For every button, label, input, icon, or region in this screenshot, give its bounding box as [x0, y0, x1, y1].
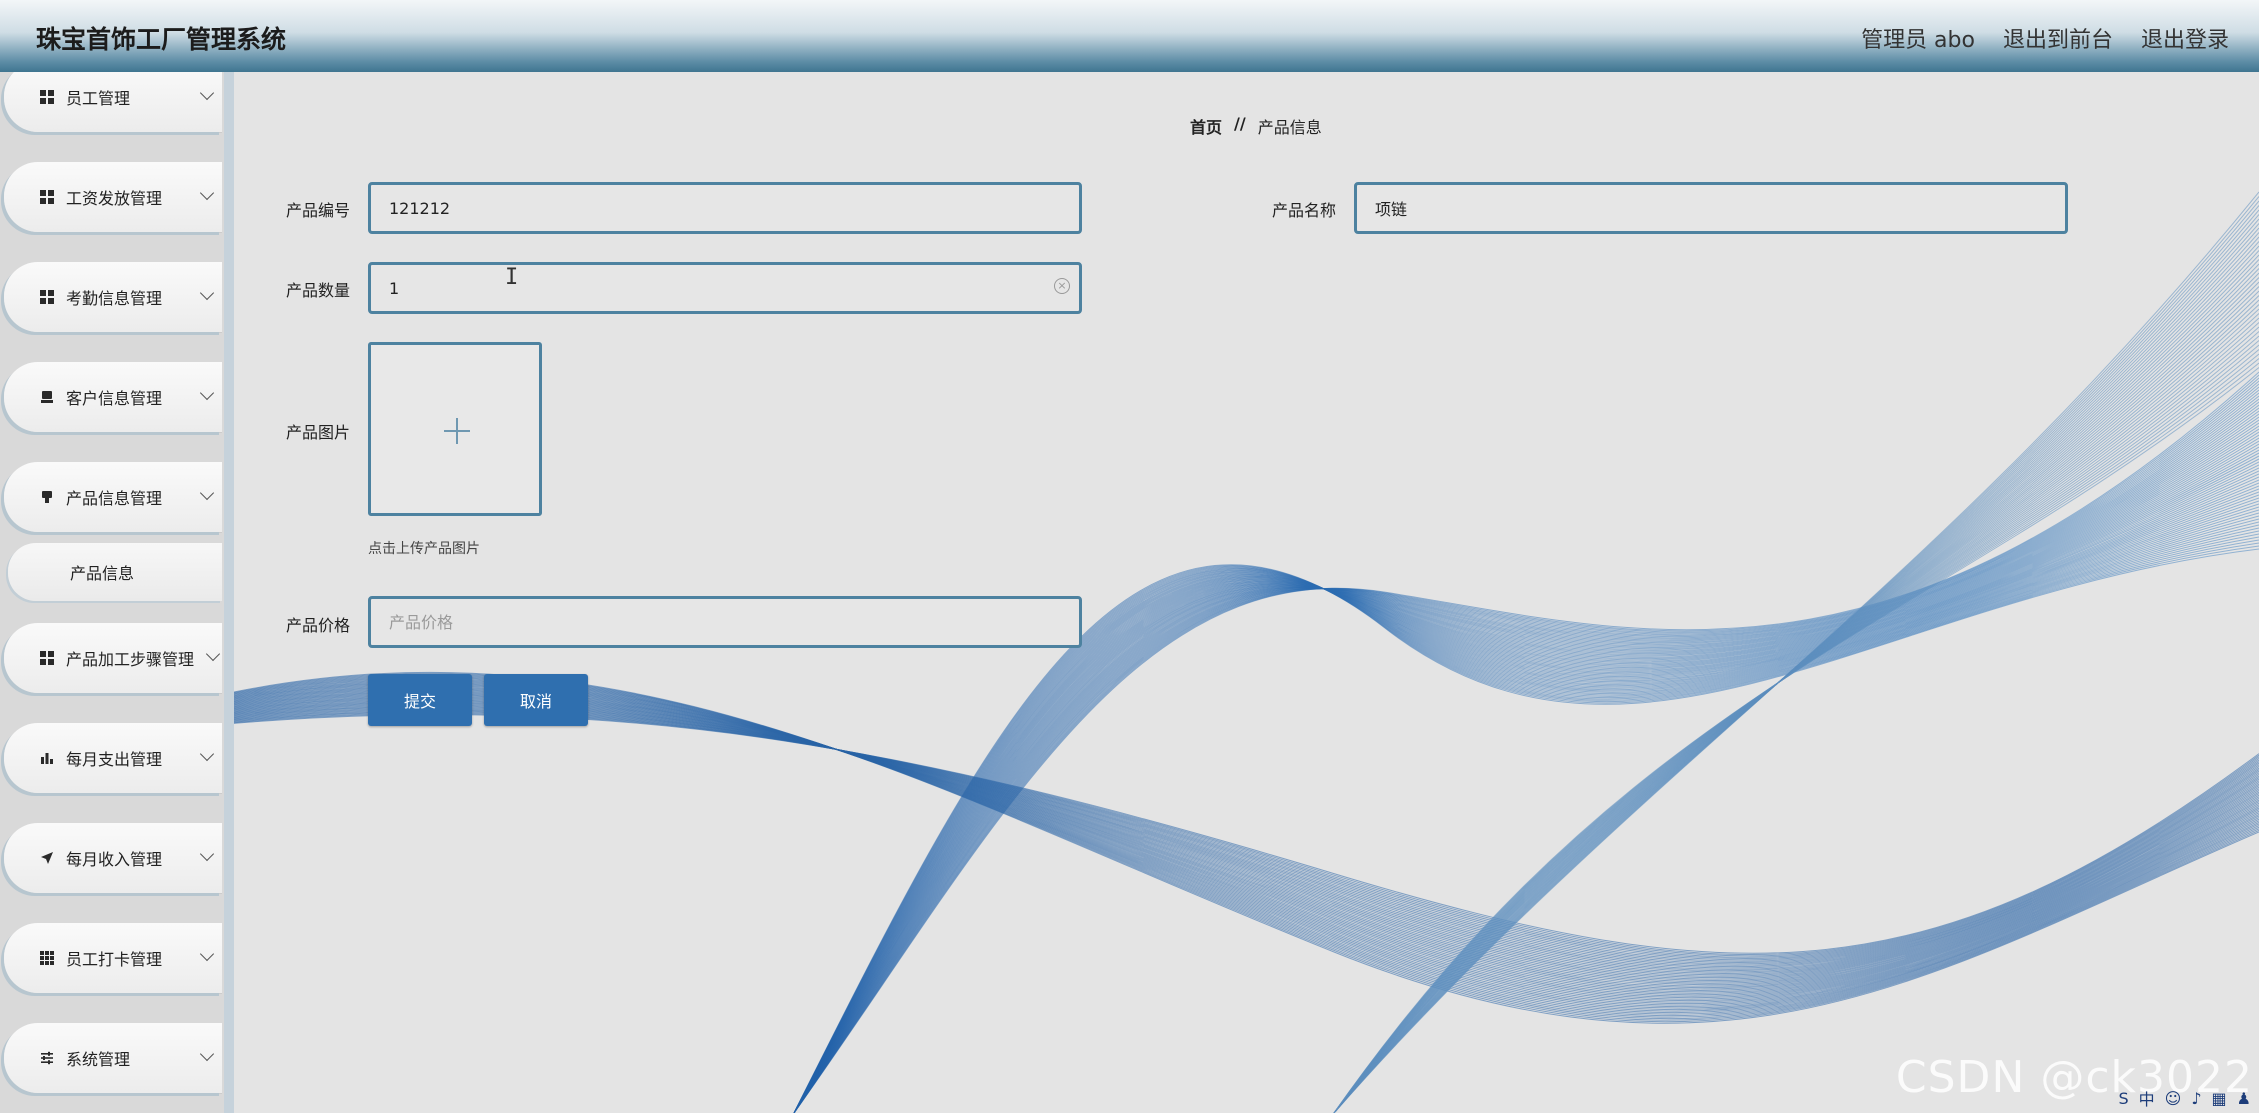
header-links: 管理员 abo 退出到前台 退出登录	[1861, 22, 2229, 54]
admin-user-link[interactable]: 管理员 abo	[1861, 22, 1975, 54]
sidebar: 员工管理 工资发放管理 考勤信息管理 客户信息管理 产品信息管理 产品信息 产品…	[0, 72, 234, 1113]
wave-line	[234, 711, 2259, 958]
wave-line	[234, 675, 2259, 1018]
wave-line	[234, 693, 2259, 987]
product-image-label: 产品图片	[286, 423, 351, 442]
submit-button[interactable]: 提交	[368, 674, 472, 726]
wave-line	[234, 691, 2259, 990]
sidebar-item-monthly-income[interactable]: 每月收入管理	[4, 823, 222, 893]
breadcrumb-separator: //	[1234, 114, 1246, 133]
clear-icon[interactable]: ×	[1054, 278, 1070, 294]
chevron-down-icon	[199, 1046, 215, 1062]
app-title: 珠宝首饰工厂管理系统	[36, 25, 287, 54]
sidebar-item-salary[interactable]: 工资发放管理	[4, 162, 222, 232]
chevron-down-icon	[205, 646, 221, 662]
sidebar-item-clock-in[interactable]: 员工打卡管理	[4, 923, 222, 993]
logout-link[interactable]: 退出登录	[2141, 22, 2229, 54]
chevron-down-icon	[199, 746, 215, 762]
chevron-down-icon	[199, 385, 215, 401]
sidebar-item-customer[interactable]: 客户信息管理	[4, 362, 222, 432]
main-content: 首页 // 产品信息 产品编号 产品名称 产品数量 × I 产品图片 点击上传产…	[234, 72, 2259, 1113]
sidebar-item-product[interactable]: 产品信息管理	[4, 462, 222, 532]
ime-mode-indicator: 中	[2138, 1090, 2155, 1109]
sidebar-item-label: 考勤信息管理	[66, 289, 163, 308]
chevron-down-icon	[199, 946, 215, 962]
wave-line	[234, 676, 2259, 1017]
wave-line	[234, 673, 2259, 1021]
sidebar-item-label: 每月收入管理	[66, 850, 163, 869]
stamp-icon	[38, 388, 56, 406]
sidebar-item-label: 员工管理	[66, 89, 131, 108]
breadcrumb: 首页 // 产品信息	[1190, 114, 1322, 138]
system-tray: S 中 ☺ ♪ ▦ ♟	[2110, 1083, 2259, 1113]
sogou-ime-icon: S	[2118, 1088, 2129, 1108]
product-quantity-label: 产品数量	[286, 281, 351, 300]
wave-line	[234, 714, 2259, 954]
wave-line	[1333, 353, 2259, 1113]
sidebar-item-label: 客户信息管理	[66, 389, 163, 408]
keyboard-icon: ▦	[2211, 1088, 2227, 1108]
sidebar-subitem-product-info[interactable]: 产品信息	[8, 543, 222, 601]
grid-icon	[38, 188, 56, 206]
wave-line	[234, 712, 2259, 957]
sidebar-item-employee[interactable]: 员工管理	[4, 72, 222, 132]
chevron-down-icon	[199, 485, 215, 501]
plus-icon-vertical	[456, 418, 458, 444]
wave-line	[234, 692, 2259, 989]
product-code-input[interactable]	[368, 182, 1082, 234]
sliders-icon	[38, 1049, 56, 1067]
wave-line	[1333, 281, 2259, 1113]
stamp-icon	[38, 488, 56, 506]
cancel-button[interactable]: 取消	[484, 674, 588, 726]
sidebar-item-label: 产品加工步骤管理	[66, 650, 195, 669]
product-price-input[interactable]	[368, 596, 1082, 648]
microphone-icon: ♪	[2191, 1088, 2202, 1108]
bar-chart-icon	[38, 749, 56, 767]
sidebar-item-label: 员工打卡管理	[66, 950, 163, 969]
paper-plane-icon	[38, 849, 56, 867]
grid-icon	[38, 288, 56, 306]
sidebar-item-monthly-expense[interactable]: 每月支出管理	[4, 723, 222, 793]
exit-to-front-link[interactable]: 退出到前台	[2003, 22, 2113, 54]
sidebar-item-label: 产品信息管理	[66, 489, 163, 508]
chevron-down-icon	[199, 846, 215, 862]
chevron-down-icon	[199, 285, 215, 301]
image-upload-box[interactable]	[368, 342, 542, 516]
emoji-icon: ☺	[2164, 1088, 2182, 1108]
sidebar-item-system[interactable]: 系统管理	[4, 1023, 222, 1093]
grid-icon	[38, 649, 56, 667]
chevron-down-icon	[199, 185, 215, 201]
product-price-label: 产品价格	[286, 616, 351, 635]
sidebar-item-process-steps[interactable]: 产品加工步骤管理	[4, 623, 222, 693]
chevron-down-icon	[199, 85, 215, 101]
text-cursor-icon: I	[505, 265, 519, 290]
wave-line	[234, 674, 2259, 1020]
sidebar-item-label: 工资发放管理	[66, 189, 163, 208]
grid-icon	[38, 88, 56, 106]
breadcrumb-current: 产品信息	[1257, 118, 1322, 137]
product-code-label: 产品编号	[286, 201, 351, 220]
wave-line	[234, 713, 2259, 956]
sidebar-item-attendance[interactable]: 考勤信息管理	[4, 262, 222, 332]
product-name-label: 产品名称	[1272, 201, 1337, 220]
wave-line	[234, 694, 2259, 986]
sidebar-item-label: 系统管理	[66, 1050, 131, 1069]
grid9-icon	[38, 949, 56, 967]
sidebar-item-label: 每月支出管理	[66, 750, 163, 769]
top-header: 珠宝首饰工厂管理系统 管理员 abo 退出到前台 退出登录	[0, 0, 2259, 72]
shirt-icon: ♟	[2236, 1088, 2251, 1108]
upload-hint: 点击上传产品图片	[368, 541, 480, 557]
breadcrumb-home[interactable]: 首页	[1190, 114, 1222, 138]
product-quantity-input[interactable]	[368, 262, 1082, 314]
product-name-input[interactable]	[1354, 182, 2068, 234]
